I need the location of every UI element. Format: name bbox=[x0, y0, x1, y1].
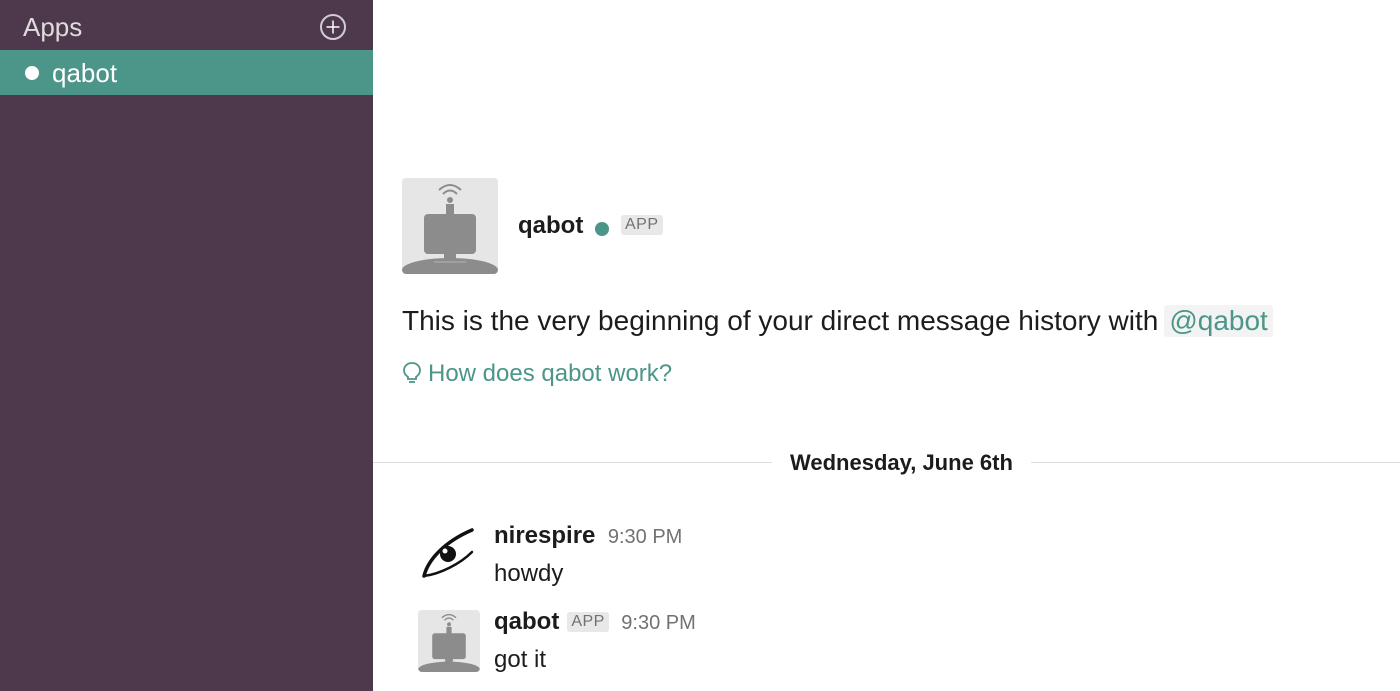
message-meta: nirespire 9:30 PM bbox=[494, 522, 682, 550]
message-timestamp[interactable]: 9:30 PM bbox=[608, 526, 682, 548]
date-label[interactable]: Wednesday, June 6th bbox=[772, 450, 1031, 476]
apps-section-label[interactable]: Apps bbox=[23, 12, 82, 43]
how-does-it-work-link[interactable]: How does qabot work? bbox=[402, 360, 672, 388]
bot-mention-link[interactable]: @qabot bbox=[1164, 305, 1273, 337]
apps-section-header: Apps bbox=[0, 0, 373, 50]
plus-circle-icon bbox=[320, 14, 346, 40]
app-badge: APP bbox=[621, 215, 663, 235]
message-pane: qabot APP This is the very beginning of … bbox=[373, 0, 1400, 691]
message-author[interactable]: qabot bbox=[494, 608, 559, 635]
message-meta: qabot APP 9:30 PM bbox=[494, 608, 696, 636]
lightbulb-icon bbox=[402, 361, 422, 385]
sidebar-item-label: qabot bbox=[52, 58, 118, 88]
help-link-label: How does qabot work? bbox=[428, 360, 673, 387]
message-timestamp[interactable]: 9:30 PM bbox=[621, 612, 695, 634]
online-status-icon bbox=[595, 222, 609, 236]
intro-text: This is the very beginning of your direc… bbox=[402, 305, 1159, 336]
intro-message: This is the very beginning of your direc… bbox=[402, 305, 1273, 337]
message-author[interactable]: nirespire bbox=[494, 522, 595, 549]
sidebar: Apps qabot bbox=[0, 0, 373, 691]
date-divider: Wednesday, June 6th bbox=[373, 445, 1400, 481]
sidebar-item-qabot[interactable]: qabot bbox=[0, 50, 373, 95]
user-avatar[interactable] bbox=[418, 524, 480, 586]
presence-dot-icon bbox=[25, 66, 39, 80]
app-window: Apps qabot qabot APP This is the very be… bbox=[0, 0, 1400, 691]
message-text: got it bbox=[494, 646, 547, 673]
qabot-avatar[interactable] bbox=[402, 178, 498, 274]
app-badge: APP bbox=[567, 612, 609, 632]
robot-avatar-icon bbox=[418, 610, 480, 672]
add-app-button[interactable] bbox=[320, 14, 346, 40]
intro-bot-name[interactable]: qabot bbox=[518, 212, 583, 240]
robot-avatar-icon bbox=[402, 178, 498, 274]
message-text: howdy bbox=[494, 560, 564, 587]
eye-logo-icon bbox=[418, 524, 480, 586]
message-item: qabot APP 9:30 PM got it bbox=[418, 606, 1378, 676]
message-item: nirespire 9:30 PM howdy bbox=[418, 520, 1378, 590]
bot-avatar[interactable] bbox=[418, 610, 480, 672]
